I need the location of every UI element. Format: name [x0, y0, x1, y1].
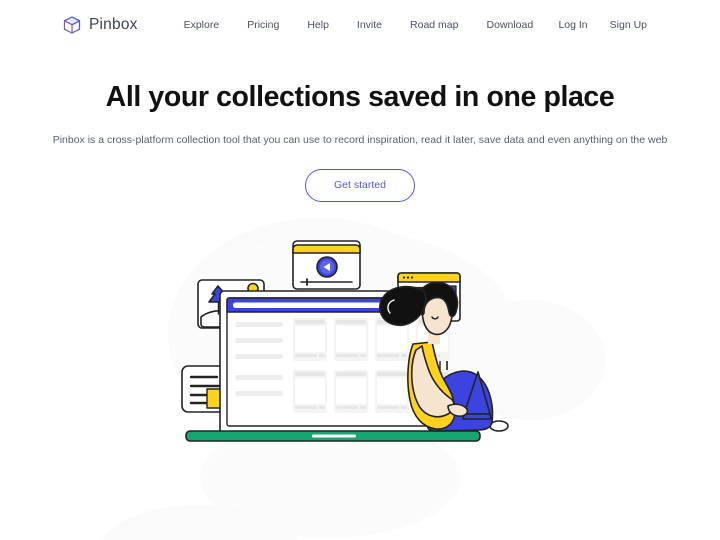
hero-illustration-container	[0, 218, 720, 448]
nav-item-invite[interactable]: Invite	[343, 15, 396, 35]
site-header: Pinbox Explore Pricing Help Invite Road …	[0, 0, 720, 50]
nav-item-explore[interactable]: Explore	[170, 15, 234, 35]
nav-item-help[interactable]: Help	[293, 15, 343, 35]
nav-item-road-map[interactable]: Road map	[396, 15, 472, 35]
auth-actions: Log In Sign Up	[547, 15, 658, 35]
brand-logo[interactable]: Pinbox	[62, 15, 138, 35]
nav-item-download[interactable]: Download	[472, 15, 547, 35]
get-started-button[interactable]: Get started	[305, 169, 415, 202]
hero-subtitle: Pinbox is a cross-platform collection to…	[52, 134, 668, 147]
login-link[interactable]: Log In	[547, 15, 598, 35]
brand-name: Pinbox	[89, 16, 138, 33]
cube-icon	[63, 16, 81, 34]
video-card	[292, 239, 361, 290]
signup-link[interactable]: Sign Up	[599, 15, 658, 35]
main-navigation: Explore Pricing Help Invite Road map Dow…	[170, 15, 548, 35]
page-title: All your collections saved in one place	[105, 81, 615, 113]
hero-illustration-collections	[170, 229, 520, 446]
hero-cta-container: Get started	[0, 169, 720, 202]
nav-item-pricing[interactable]: Pricing	[233, 15, 293, 35]
hero-section: All your collections saved in one place …	[0, 50, 720, 448]
